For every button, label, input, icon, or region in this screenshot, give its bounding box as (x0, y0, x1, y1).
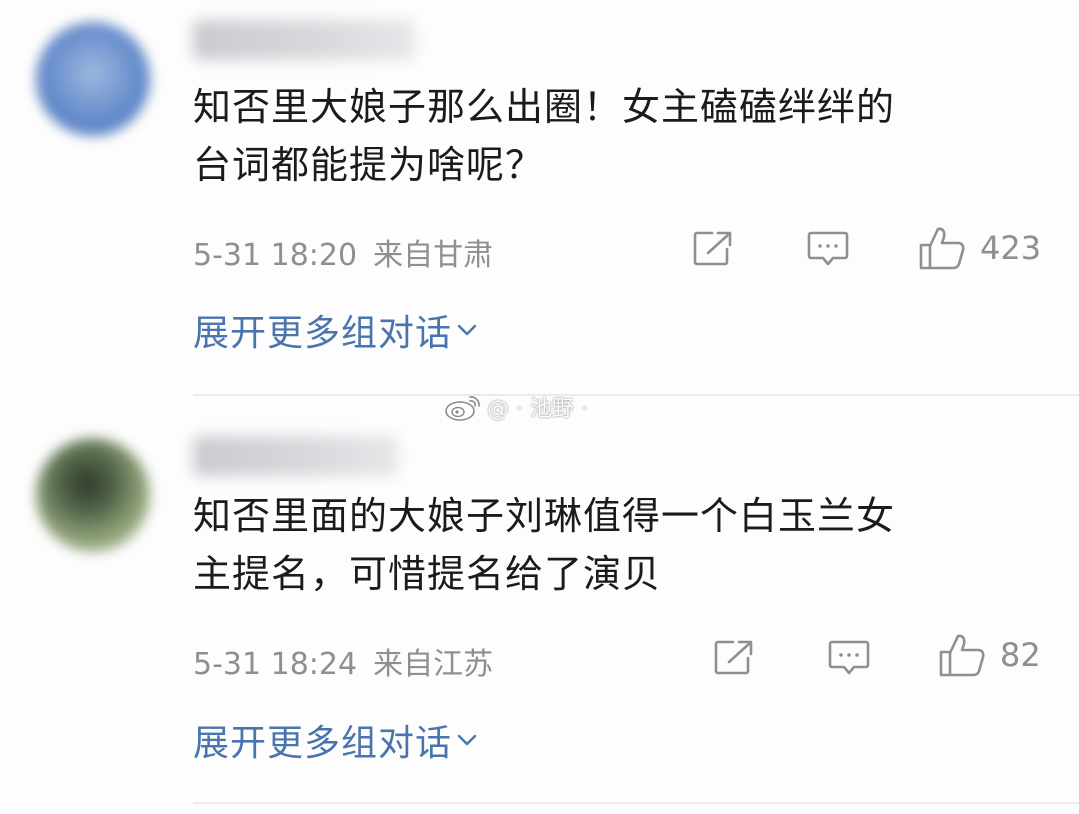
username-blurred[interactable] (193, 436, 398, 476)
avatar[interactable] (36, 438, 150, 552)
comment-text: 知否里面的大娘子刘琳值得一个白玉兰女 主提名，可惜提名给了演贝 (193, 487, 1013, 603)
chevron-down-icon (457, 324, 477, 336)
like-button[interactable]: 82 (938, 632, 1041, 678)
comment-text-line: 知否里面的大娘子刘琳值得一个白玉兰女 (193, 494, 896, 538)
reply-button[interactable] (827, 638, 871, 678)
comment-item: 知否里大娘子那么出圈！女主磕磕绊绊的 台词都能提为啥呢？ 5-31 18:20 来… (0, 0, 1079, 396)
comment-item: 知否里面的大娘子刘琳值得一个白玉兰女 主提名，可惜提名给了演贝 5-31 18:… (0, 396, 1079, 814)
comment-text-line: 台词都能提为啥呢？ (193, 143, 545, 187)
comment-divider (193, 802, 1079, 804)
like-count: 82 (1000, 636, 1041, 674)
reply-button[interactable] (806, 229, 850, 269)
avatar[interactable] (36, 22, 150, 136)
like-button[interactable]: 423 (918, 225, 1041, 271)
location: 来自甘肃 (373, 238, 494, 273)
chevron-down-icon (457, 734, 477, 746)
comment-text-line: 知否里大娘子那么出圈！女主磕磕绊绊的 (193, 85, 896, 129)
timestamp: 5-31 18:24 (193, 647, 358, 682)
expand-conversation-link[interactable]: 展开更多组对话 (193, 714, 478, 766)
comment-list: 知否里大娘子那么出圈！女主磕磕绊绊的 台词都能提为啥呢？ 5-31 18:20 来… (0, 0, 1079, 814)
username-blurred[interactable] (193, 20, 415, 60)
location: 来自江苏 (373, 647, 494, 682)
share-button[interactable] (692, 229, 734, 267)
thumbs-up-icon (939, 634, 985, 677)
thumbs-up-icon (919, 227, 965, 270)
like-count: 423 (980, 229, 1042, 267)
expand-label: 展开更多组对话 (193, 723, 453, 764)
comment-meta: 5-31 18:20 来自甘肃 (193, 230, 493, 274)
expand-label: 展开更多组对话 (193, 313, 453, 354)
comment-meta: 5-31 18:24 来自江苏 (193, 639, 493, 683)
comment-icon (807, 231, 849, 266)
share-button[interactable] (713, 638, 755, 676)
comment-text: 知否里大娘子那么出圈！女主磕磕绊绊的 台词都能提为啥呢？ (193, 78, 1013, 194)
comment-text-line: 主提名，可惜提名给了演贝 (193, 552, 662, 596)
expand-conversation-link[interactable]: 展开更多组对话 (193, 304, 478, 356)
comment-icon (828, 640, 870, 675)
share-icon (714, 640, 753, 675)
share-icon (693, 231, 732, 266)
timestamp: 5-31 18:20 (193, 238, 358, 273)
